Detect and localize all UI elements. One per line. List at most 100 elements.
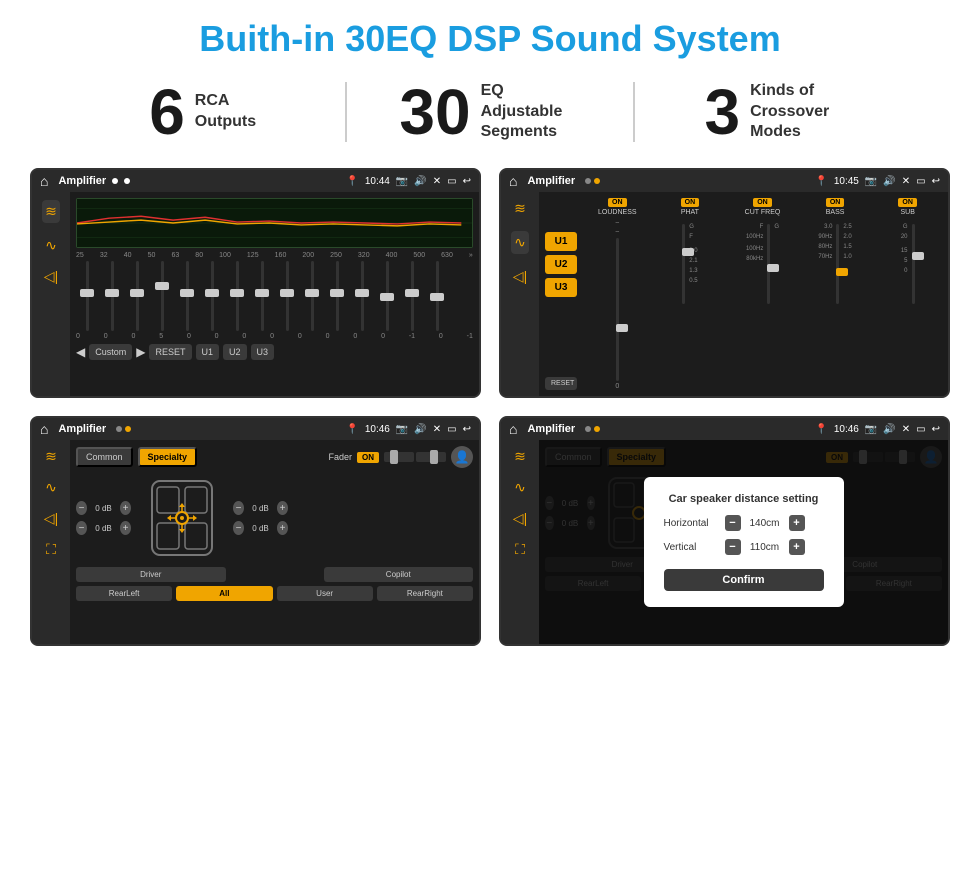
back-icon-2[interactable]: ↩ <box>932 176 940 187</box>
eq-slider-9[interactable] <box>276 261 298 331</box>
eq-slider-14[interactable] <box>401 261 423 331</box>
status-bar-1: ⌂ Amplifier 📍 10:44 📷 🔊 ✕ ▭ ↩ <box>32 170 479 192</box>
eq-slider-13[interactable] <box>376 261 398 331</box>
label-bass: BASS <box>826 209 845 216</box>
db-rr-minus[interactable]: − <box>233 521 244 535</box>
user-btn-3[interactable]: User <box>277 586 373 601</box>
screen4-main: Common Specialty ON 👤 − <box>539 440 948 644</box>
specialty-tab-3[interactable]: Specialty <box>138 447 198 467</box>
horizontal-minus[interactable]: − <box>725 515 741 531</box>
home-icon-3[interactable]: ⌂ <box>40 421 48 437</box>
rect-icon-4: ▭ <box>916 424 925 435</box>
wave-icon-2[interactable]: ∿ <box>511 231 529 254</box>
bottom-btns-3: Driver Copilot <box>76 567 473 582</box>
db-fr-plus[interactable]: + <box>277 501 288 515</box>
eq-label-200: 200 <box>302 252 314 259</box>
expand-icon-4[interactable]: ⛶ <box>515 541 525 558</box>
eq-label-63: 63 <box>171 252 179 259</box>
confirm-button[interactable]: Confirm <box>664 569 824 591</box>
u3-panel[interactable]: U3 <box>545 278 577 297</box>
eq-slider-6[interactable] <box>201 261 223 331</box>
eq-slider-10[interactable] <box>301 261 323 331</box>
eq-slider-expand <box>451 261 473 331</box>
eq-slider-8[interactable] <box>251 261 273 331</box>
on-badge-fader-3: ON <box>357 452 379 463</box>
screen4-sidebar: ≋ ∿ ◁| ⛶ <box>501 440 539 644</box>
screens-grid: ⌂ Amplifier 📍 10:44 📷 🔊 ✕ ▭ ↩ ≋ ∿ ◁| <box>0 154 980 660</box>
eq-slider-15[interactable] <box>426 261 448 331</box>
play-btn[interactable]: ▶ <box>136 345 145 359</box>
db-rr-plus[interactable]: + <box>277 521 288 535</box>
eq-slider-11[interactable] <box>326 261 348 331</box>
driver-btn-3[interactable]: Driver <box>76 567 226 582</box>
u1-btn-1[interactable]: U1 <box>196 344 220 360</box>
home-icon-1[interactable]: ⌂ <box>40 173 48 189</box>
dialog-vertical-row: Vertical − 110cm + <box>664 539 824 555</box>
all-btn-3[interactable]: All <box>176 586 272 601</box>
screen3-main: Common Specialty Fader ON 👤 <box>70 440 479 644</box>
eq-label-expand[interactable]: » <box>469 252 473 259</box>
page-title: Buith-in 30EQ DSP Sound System <box>0 0 980 70</box>
rearleft-btn-3[interactable]: RearLeft <box>76 586 172 601</box>
eq-slider-2[interactable] <box>101 261 123 331</box>
eq-slider-12[interactable] <box>351 261 373 331</box>
custom-btn[interactable]: Custom <box>89 344 132 360</box>
stat-rca-number: 6 <box>149 80 185 144</box>
db-rl-minus[interactable]: − <box>76 521 87 535</box>
u-panels: U1 U2 U3 RESET <box>545 198 577 390</box>
copilot-btn-3[interactable]: Copilot <box>324 567 474 582</box>
eq-icon-3[interactable]: ≋ <box>45 448 57 465</box>
eq-label-100: 100 <box>219 252 231 259</box>
eq-slider-3[interactable] <box>126 261 148 331</box>
label-loudness: LOUDNESS <box>598 209 637 216</box>
back-icon-4[interactable]: ↩ <box>932 424 940 435</box>
back-icon-1[interactable]: ↩ <box>463 176 471 187</box>
fader-slider-1[interactable] <box>384 452 414 462</box>
u1-panel[interactable]: U1 <box>545 232 577 251</box>
eq-icon-1[interactable]: ≋ <box>42 200 60 223</box>
vertical-minus[interactable]: − <box>725 539 741 555</box>
vol-icon-1[interactable]: ◁| <box>44 268 58 285</box>
stats-row: 6 RCAOutputs 30 EQ AdjustableSegments 3 … <box>0 70 980 154</box>
reset-btn-2[interactable]: RESET <box>545 377 577 390</box>
eq-slider-4[interactable] <box>151 261 173 331</box>
eq-slider-1[interactable] <box>76 261 98 331</box>
home-icon-2[interactable]: ⌂ <box>509 173 517 189</box>
home-icon-4[interactable]: ⌂ <box>509 421 517 437</box>
vol-icon-2[interactable]: ◁| <box>513 268 527 285</box>
eq-icon-4[interactable]: ≋ <box>514 448 526 465</box>
back-icon-3[interactable]: ↩ <box>463 424 471 435</box>
rect-icon-1: ▭ <box>447 176 456 187</box>
db-fl-plus[interactable]: + <box>120 501 131 515</box>
u2-panel[interactable]: U2 <box>545 255 577 274</box>
eq-slider-7[interactable] <box>226 261 248 331</box>
u3-btn-1[interactable]: U3 <box>251 344 275 360</box>
db-fl-minus[interactable]: − <box>76 501 87 515</box>
rearright-btn-3[interactable]: RearRight <box>377 586 473 601</box>
fader-slider-2[interactable] <box>416 452 446 462</box>
reset-btn-1[interactable]: RESET <box>149 344 191 360</box>
horizontal-plus[interactable]: + <box>789 515 805 531</box>
status-dot-4 <box>594 178 600 184</box>
common-tab-3[interactable]: Common <box>76 447 133 467</box>
expand-icon-3[interactable]: ⛶ <box>46 541 56 558</box>
eq-icon-2[interactable]: ≋ <box>514 200 526 217</box>
vol-icon-3[interactable]: ◁| <box>44 510 58 527</box>
wave-icon-1[interactable]: ∿ <box>45 237 57 254</box>
wave-icon-4[interactable]: ∿ <box>514 479 526 496</box>
vol-icon-4[interactable]: ◁| <box>513 510 527 527</box>
x-icon-2: ✕ <box>902 176 910 187</box>
wave-icon-3[interactable]: ∿ <box>45 479 57 496</box>
db-fr-minus[interactable]: − <box>233 501 244 515</box>
profile-icon-3[interactable]: 👤 <box>451 446 473 468</box>
eq-label-32: 32 <box>100 252 108 259</box>
u2-btn-1[interactable]: U2 <box>223 344 247 360</box>
screen1-main: 25 32 40 50 63 80 100 125 160 200 250 32… <box>70 192 479 396</box>
eq-controls: ◀ Custom ▶ RESET U1 U2 U3 <box>76 344 473 360</box>
prev-btn[interactable]: ◀ <box>76 345 85 359</box>
stat-rca: 6 RCAOutputs <box>60 80 345 144</box>
eq-slider-5[interactable] <box>176 261 198 331</box>
db-rl-plus[interactable]: + <box>120 521 131 535</box>
status-dot-7 <box>585 426 591 432</box>
vertical-plus[interactable]: + <box>789 539 805 555</box>
